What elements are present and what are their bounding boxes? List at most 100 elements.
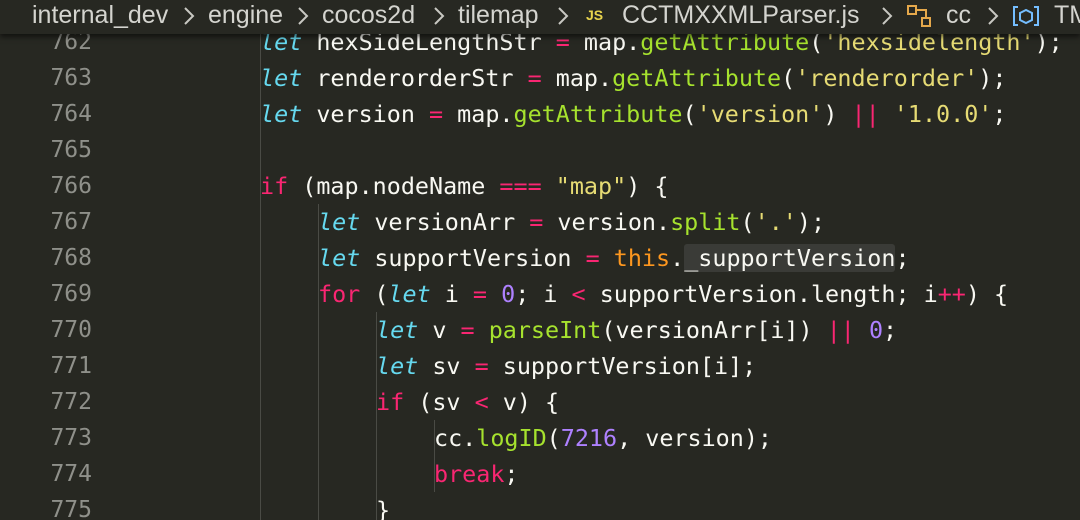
code-token: ( xyxy=(740,208,755,236)
code-text: if (sv < v) { xyxy=(376,384,559,420)
breadcrumb-item-tm[interactable]: TM xyxy=(1054,0,1080,30)
code-text: } xyxy=(376,492,390,520)
breadcrumb-item-tilemap[interactable]: tilemap xyxy=(458,0,539,30)
code-text: let supportVersion = this._supportVersio… xyxy=(318,240,910,276)
code-token: ; xyxy=(504,460,519,488)
line-number: 770 xyxy=(50,317,92,343)
breadcrumb-item-cocos2d[interactable]: cocos2d xyxy=(322,0,415,30)
code-text: let sv = supportVersion[i]; xyxy=(376,348,756,384)
indent-guide xyxy=(318,204,319,520)
code-token: "map" xyxy=(555,172,627,200)
line-number: 775 xyxy=(50,497,92,520)
line-number: 768 xyxy=(50,245,92,271)
code-line[interactable]: 771 let sv = supportVersion[i]; xyxy=(0,348,1080,384)
code-token: v xyxy=(418,316,461,344)
code-text: let v = parseInt(versionArr[i]) || 0; xyxy=(376,312,897,348)
namespace-icon xyxy=(906,4,934,28)
code-token: let xyxy=(376,316,419,344)
code-token: ++ xyxy=(937,280,966,308)
code-token: supportVersion.length; i xyxy=(585,280,938,308)
breadcrumb-item-internal-dev[interactable]: internal_dev xyxy=(32,0,168,30)
code-line[interactable]: 770 let v = parseInt(versionArr[i]) || 0; xyxy=(0,312,1080,348)
code-token: = xyxy=(472,280,488,308)
code-line[interactable]: 773 cc.logID(7216, version); xyxy=(0,420,1080,456)
line-number: 774 xyxy=(50,461,92,487)
code-editor[interactable]: internal_dev engine cocos2d tilemap JS C… xyxy=(0,0,1080,520)
line-number: 765 xyxy=(50,137,92,163)
code-area[interactable]: 762 let hexSideLengthStr = map.getAttribu… xyxy=(0,24,1080,520)
code-token: sv xyxy=(418,352,475,380)
code-token: logID xyxy=(476,424,547,452)
breadcrumb-item-engine[interactable]: engine xyxy=(208,0,283,30)
code-line[interactable]: 774 break; xyxy=(0,456,1080,492)
code-line[interactable]: 768 let supportVersion = this._supportVer… xyxy=(0,240,1080,276)
code-line[interactable]: 765 xyxy=(0,132,1080,168)
code-text: let renderorderStr = map.getAttribute('r… xyxy=(260,60,1006,96)
chevron-right-icon xyxy=(182,6,196,26)
code-token: ; xyxy=(992,100,1007,128)
code-token: map. xyxy=(443,100,514,128)
code-token: ( xyxy=(546,424,561,452)
variable-icon xyxy=(1012,4,1040,28)
chevron-right-icon xyxy=(556,6,570,26)
breadcrumb-item-file[interactable]: CCTMXXMLParser.js xyxy=(622,0,860,30)
code-token: parseInt xyxy=(488,316,602,344)
code-token: getAttribute xyxy=(612,64,782,92)
code-token: ) { xyxy=(965,280,1009,308)
code-token: for xyxy=(318,280,361,308)
code-token: ; xyxy=(895,244,910,272)
code-text: let version = map.getAttribute('version'… xyxy=(260,96,1006,132)
code-line[interactable]: 769 for (let i = 0; i < supportVersion.le… xyxy=(0,276,1080,312)
breadcrumb: internal_dev engine cocos2d tilemap JS C… xyxy=(0,0,1080,34)
code-token: let xyxy=(318,208,361,236)
line-number: 767 xyxy=(50,209,92,235)
code-token: let xyxy=(318,244,361,272)
code-token: ( xyxy=(360,280,389,308)
code-token: , version); xyxy=(617,424,773,452)
code-token: if xyxy=(260,172,289,200)
code-token: 7216 xyxy=(560,424,618,452)
breadcrumb-item-cc[interactable]: cc xyxy=(946,0,971,30)
code-line[interactable]: 772 if (sv < v) { xyxy=(0,384,1080,420)
code-text: if (map.nodeName === "map") { xyxy=(260,168,668,204)
code-line[interactable]: 763 let renderorderStr = map.getAttribute… xyxy=(0,60,1080,96)
chevron-right-icon xyxy=(432,6,446,26)
code-text: let versionArr = version.split('.'); xyxy=(318,204,825,240)
code-token: || xyxy=(851,100,880,128)
code-token: cc. xyxy=(434,424,477,452)
line-number: 769 xyxy=(50,281,92,307)
code-token: version. xyxy=(543,208,671,236)
line-number: 763 xyxy=(50,65,92,91)
code-token: = xyxy=(585,244,600,272)
code-token: (sv xyxy=(404,388,475,416)
code-token: 0 xyxy=(868,316,884,344)
code-line[interactable]: 766 if (map.nodeName === "map") { xyxy=(0,168,1080,204)
code-token: versionArr xyxy=(360,208,530,236)
code-text: break; xyxy=(434,456,519,492)
code-token: split xyxy=(670,208,741,236)
line-number: 773 xyxy=(50,425,92,451)
code-token: break xyxy=(434,460,505,488)
code-line[interactable]: 767 let versionArr = version.split('.'); xyxy=(0,204,1080,240)
indent-guide xyxy=(376,312,377,520)
code-token: ); xyxy=(978,64,1007,92)
line-number: 771 xyxy=(50,353,92,379)
chevron-right-icon xyxy=(296,6,310,26)
code-token: < xyxy=(571,280,586,308)
code-line[interactable]: 764 let version = map.getAttribute('versi… xyxy=(0,96,1080,132)
line-number: 764 xyxy=(50,101,92,127)
code-token: getAttribute xyxy=(513,100,683,128)
code-token: ( xyxy=(682,100,697,128)
code-token: '.' xyxy=(754,208,797,236)
indent-guide xyxy=(434,420,435,492)
code-token: < xyxy=(474,388,489,416)
code-token: ) xyxy=(823,100,852,128)
code-token: let xyxy=(376,352,419,380)
code-token: = xyxy=(527,64,542,92)
code-line[interactable]: 775} xyxy=(0,492,1080,520)
